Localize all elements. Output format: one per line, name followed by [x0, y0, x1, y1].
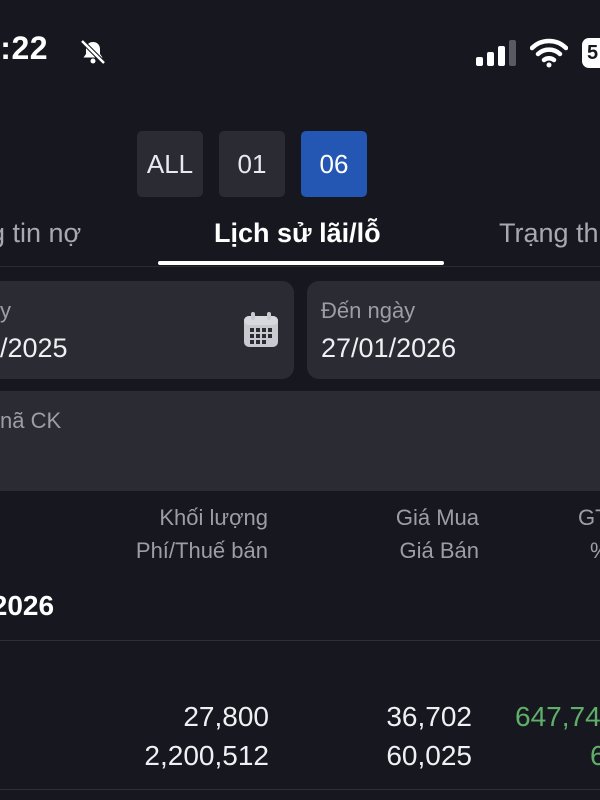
active-tab-indicator — [158, 261, 444, 265]
row-fee-tax: 2,200,512 — [144, 740, 269, 771]
group-date: /2026 — [0, 590, 55, 621]
tab-debt-info[interactable]: g tin nợ — [0, 218, 81, 249]
status-time: 6:22 — [0, 30, 49, 66]
tab-profit-loss-history[interactable]: Lịch sử lãi/lỗ — [214, 218, 381, 249]
account-chip-01[interactable]: 01 — [219, 131, 285, 197]
header-sell-price: Giá Bán — [399, 538, 480, 563]
row-volume: 27,800 — [183, 701, 269, 732]
row-divider-bottom — [0, 789, 600, 790]
calendar-icon[interactable] — [242, 311, 280, 349]
row-sell-price: 60,025 — [386, 740, 472, 771]
tab-status[interactable]: Trạng th — [499, 218, 599, 249]
to-date-value: 27/01/2026 — [321, 333, 457, 363]
account-chip-06[interactable]: 06 — [301, 131, 367, 197]
row-gt: 647,74 — [515, 701, 600, 732]
header-fee-tax: Phí/Thuế bán — [135, 538, 268, 563]
from-date-value: /2025 — [0, 333, 68, 363]
header-volume: Khối lượng — [159, 505, 268, 530]
symbol-search-input[interactable]: nã CK — [0, 391, 600, 491]
battery-icon: 5 — [582, 38, 600, 68]
to-date-field[interactable]: Đến ngày 27/01/2026 — [307, 281, 600, 379]
from-date-label: y — [0, 298, 11, 323]
row-buy-price: 36,702 — [386, 701, 472, 732]
to-date-label: Đến ngày — [321, 298, 416, 323]
wifi-icon — [530, 38, 568, 68]
row-pct: 6 — [590, 740, 600, 771]
account-chip-all[interactable]: ALL — [137, 131, 203, 197]
table-row[interactable]: 27,800 2,200,512 36,702 60,025 647,74 6 — [0, 641, 600, 789]
battery-level: 5 — [587, 42, 599, 64]
tab-divider — [0, 266, 600, 267]
header-buy-price: Giá Mua — [395, 505, 479, 530]
signal-icon — [476, 40, 516, 66]
header-pct: % — [590, 538, 600, 564]
bell-slash-icon — [80, 39, 106, 65]
header-gt: GT — [578, 505, 600, 530]
symbol-placeholder: nã CK — [0, 408, 62, 433]
